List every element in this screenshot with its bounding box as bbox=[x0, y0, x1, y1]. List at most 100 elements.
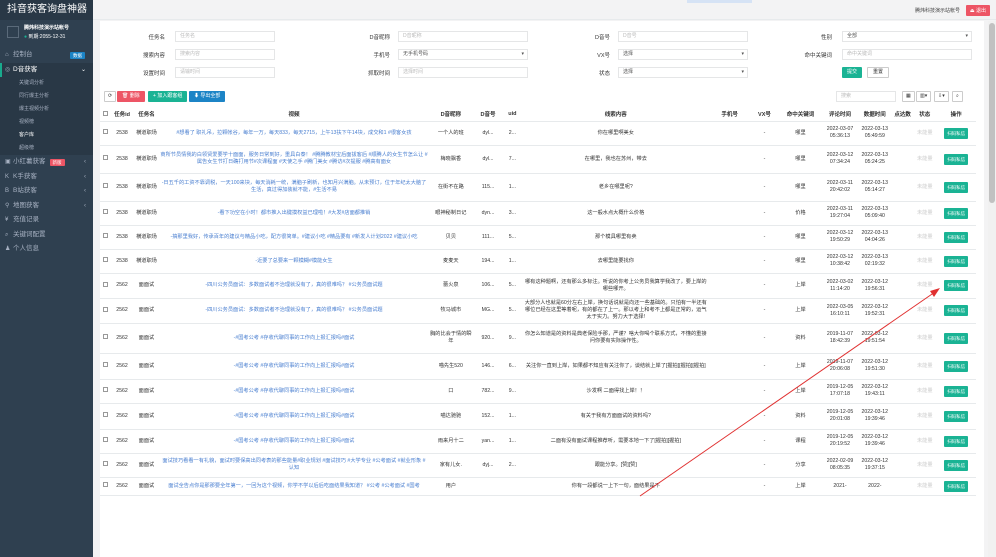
row-checkbox[interactable] bbox=[100, 429, 112, 454]
scrollbar-thumb[interactable] bbox=[989, 23, 995, 203]
scan-message-button[interactable]: 扫码私信 bbox=[944, 480, 969, 492]
column-header[interactable]: D音昵称 bbox=[427, 108, 475, 122]
row-checkbox[interactable] bbox=[100, 121, 112, 146]
scan-message-button[interactable]: 扫码私信 bbox=[944, 127, 969, 139]
scan-message-button[interactable]: 扫码私信 bbox=[944, 435, 969, 447]
d-nick-input[interactable]: D音昵称 bbox=[398, 31, 528, 42]
columns-icon[interactable]: ▥▾ bbox=[916, 91, 932, 102]
sidebar-subitem[interactable]: 关键词分析 bbox=[0, 77, 93, 90]
column-header[interactable]: 线索内容 bbox=[522, 108, 709, 122]
submit-button[interactable]: 提交 bbox=[842, 67, 863, 78]
crawltime-input[interactable]: 选择时间 bbox=[398, 67, 528, 78]
column-header[interactable]: 状态 bbox=[913, 108, 937, 122]
video-title[interactable]: -#国考公考 #存收代聊同事的工作向上报汇报吗#面试 bbox=[160, 379, 428, 404]
export-button[interactable]: ⬇ 导出全部 bbox=[189, 91, 226, 102]
grid-icon[interactable]: ▦ bbox=[902, 91, 915, 102]
delete-button[interactable]: 🗑 删除 bbox=[117, 91, 145, 102]
column-header[interactable]: 数据时间 bbox=[857, 108, 893, 122]
sidebar-item[interactable]: ¥ 充值记录 bbox=[0, 213, 93, 228]
status-select[interactable]: 选择 bbox=[618, 67, 748, 78]
video-title[interactable]: 商所节员情我的白领贤爱要学十面面，服务日常到好，重具白泰！ #腾腾教材宝后面拔客… bbox=[160, 145, 428, 174]
scan-message-button[interactable]: 扫码私信 bbox=[944, 332, 969, 344]
keyword-input[interactable]: 命中关键词 bbox=[842, 49, 972, 60]
sidebar-item[interactable]: ⌕ 关键词配置 bbox=[0, 228, 93, 243]
row-checkbox[interactable] bbox=[100, 273, 112, 299]
column-header[interactable]: 评论时间 bbox=[822, 108, 858, 122]
table-search-input[interactable]: 搜索 bbox=[836, 91, 896, 102]
video-title[interactable]: -#国考公考 #存收代聊同事的工作向上报汇报吗#面试 bbox=[160, 403, 428, 430]
row-checkbox[interactable] bbox=[100, 403, 112, 430]
column-header[interactable]: 任务id bbox=[111, 108, 133, 122]
video-title[interactable]: -四川公务员面试：多数面试者不治理就没有了，真的很难吗？ #公务员面试题 bbox=[160, 298, 428, 324]
task-name-input[interactable]: 任务名 bbox=[175, 31, 275, 42]
add-group-button[interactable]: + 加入跟客组 bbox=[148, 91, 188, 102]
row-checkbox[interactable] bbox=[100, 249, 112, 274]
row-checkbox[interactable] bbox=[100, 145, 112, 174]
download-icon[interactable]: ⇩▾ bbox=[934, 91, 949, 102]
sidebar-item[interactable]: ◎ D音获客 ⌄ bbox=[0, 62, 93, 77]
search-icon[interactable]: ⌕ bbox=[952, 91, 963, 102]
sidebar-subitem[interactable]: 客户库 bbox=[0, 129, 93, 142]
sidebar-subitem[interactable]: 同行爆主分析 bbox=[0, 90, 93, 103]
gender-select[interactable]: 全部 bbox=[842, 31, 972, 42]
column-header[interactable]: 视频 bbox=[160, 108, 428, 122]
scan-message-button[interactable]: 扫码私信 bbox=[944, 280, 969, 291]
scan-message-button[interactable]: 扫码私信 bbox=[944, 410, 969, 422]
row-checkbox[interactable] bbox=[100, 353, 112, 380]
video-title[interactable]: -日五千的工资不靠调税，一天100来块，每天消耗一统，满脑子刷新，也知月兴满脑。… bbox=[160, 173, 428, 202]
logout-button[interactable]: ⏏ 退出 bbox=[965, 5, 990, 16]
scan-message-button[interactable]: 扫码私信 bbox=[944, 231, 969, 243]
video-title[interactable]: 面试全告点你是那那要全年第一，一回为这个视频，你学不学以后后吃面结果我知道？ #… bbox=[160, 477, 428, 496]
phone-select[interactable]: 无手机号码 bbox=[398, 49, 528, 60]
scan-message-button[interactable]: 扫码私信 bbox=[944, 255, 969, 267]
account-link[interactable]: 腾炜科技演示站帐号 bbox=[915, 7, 960, 14]
d-id-input[interactable]: D音号 bbox=[618, 31, 748, 42]
column-header[interactable]: 操作 bbox=[936, 108, 976, 122]
scan-message-button[interactable]: 扫码私信 bbox=[944, 207, 969, 219]
sidebar-item[interactable]: ▣ 小红薯获客 新版 ‹ bbox=[0, 155, 93, 170]
select-all-checkbox[interactable] bbox=[100, 108, 112, 122]
sidebar-item[interactable]: ♟ 个人信息 bbox=[0, 242, 93, 257]
sidebar-item[interactable]: B B站获客 ‹ bbox=[0, 184, 93, 199]
sidebar-item[interactable]: ⚲ 地图获客 ‹ bbox=[0, 199, 93, 214]
video-title[interactable]: 面试技巧看看一有礼貌，面试时要保高出同考表的那些能量#职业规划 #面试技巧 #大… bbox=[160, 453, 428, 478]
row-checkbox[interactable] bbox=[100, 225, 112, 250]
sidebar-subitem[interactable]: 超级榜 bbox=[0, 142, 93, 155]
column-header[interactable]: D音号 bbox=[474, 108, 502, 122]
column-header[interactable]: VX号 bbox=[750, 108, 779, 122]
sidebar-subitem[interactable]: 爆主视频分析 bbox=[0, 103, 93, 116]
video-title[interactable]: -#国考公考 #存收代聊同事的工作向上报汇报吗#面试 bbox=[160, 353, 428, 380]
refresh-button[interactable]: ⟳ bbox=[104, 91, 117, 102]
row-checkbox[interactable] bbox=[100, 173, 112, 202]
scrollbar[interactable] bbox=[988, 21, 996, 557]
scan-message-button[interactable]: 扫码私信 bbox=[944, 459, 969, 471]
video-title[interactable]: #想看了 职礼吊，拉颗帐谷，每年一万，每天833，每天2715，上午13扶下午1… bbox=[160, 121, 428, 146]
scan-message-button[interactable]: 扫码私信 bbox=[944, 385, 969, 397]
sidebar-subitem[interactable]: 视频榜 bbox=[0, 116, 93, 129]
column-header[interactable]: 点达数 bbox=[892, 108, 914, 122]
video-title[interactable]: -四川公务员面试：多数面试者不治理就没有了，真的很难吗？ #公务员面试题 bbox=[160, 273, 428, 299]
settime-input[interactable]: 请输时间 bbox=[175, 67, 275, 78]
scan-message-button[interactable]: 扫码私信 bbox=[944, 360, 969, 372]
row-checkbox[interactable] bbox=[100, 453, 112, 478]
row-checkbox[interactable] bbox=[100, 201, 112, 226]
scan-message-button[interactable]: 扫码私信 bbox=[944, 153, 969, 165]
video-title[interactable]: -#国考公考 #存收代聊同事的工作向上报汇报吗#面试 bbox=[160, 429, 428, 454]
column-header[interactable]: uid bbox=[501, 108, 523, 122]
row-checkbox[interactable] bbox=[100, 379, 112, 404]
comment-input[interactable]: 搜索内容 bbox=[175, 49, 275, 60]
vx-select[interactable]: 选择 bbox=[618, 49, 748, 60]
column-header[interactable]: 命中关键词 bbox=[778, 108, 823, 122]
sidebar-item[interactable]: ⌂ 控制台 数据 bbox=[0, 48, 93, 63]
column-header[interactable]: 手机号 bbox=[708, 108, 751, 122]
video-title[interactable]: -看下功空在小时！都市推入出键摸权益已理啦！#大发#店面都推销 bbox=[160, 201, 428, 226]
row-checkbox[interactable] bbox=[100, 298, 112, 324]
row-checkbox[interactable] bbox=[100, 323, 112, 354]
scan-message-button[interactable]: 扫码私信 bbox=[944, 305, 969, 316]
scan-message-button[interactable]: 扫码私信 bbox=[944, 181, 969, 193]
row-checkbox[interactable] bbox=[100, 477, 112, 496]
sidebar-item[interactable]: K K手获客 ‹ bbox=[0, 170, 93, 185]
video-title[interactable]: -搞那里我好，传承百年的建议与精品小吃，配方很简单。#建议小吃 #精品要有 #新… bbox=[160, 225, 428, 250]
column-header[interactable]: 任务名 bbox=[132, 108, 161, 122]
video-title[interactable]: -#国考公考 #存收代聊同事的工作向上报汇报吗#面试 bbox=[160, 323, 428, 354]
